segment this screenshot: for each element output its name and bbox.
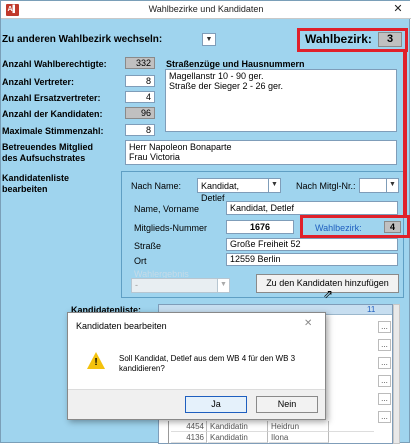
row-edit-button[interactable]: ... (378, 321, 391, 333)
dialog-close-icon[interactable]: ✕ (304, 318, 312, 329)
ersatzvertreter-label: Anzahl Ersatzvertreter: (2, 93, 101, 103)
ort-label: Ort (134, 256, 147, 266)
switch-district-label: Zu anderen Wahlbezirk wechseln: (2, 34, 163, 45)
grid-scrollbar[interactable] (393, 304, 400, 444)
candidate-wb-value: 4 (384, 221, 401, 233)
mitglieds-nummer-label: Mitglieds-Nummer (134, 223, 208, 233)
main-window: A▌ Wahlbezirke und Kandidaten ✕ Zu ander… (0, 0, 411, 444)
wahlergebnis-dropdown-icon: ▼ (217, 278, 230, 293)
title-bar: A▌ Wahlbezirke und Kandidaten ✕ (1, 1, 411, 19)
row-edit-button[interactable]: ... (378, 411, 391, 423)
cell-vorname: Heidrun (269, 421, 329, 432)
highlight-connector-bar (403, 52, 407, 216)
cell-name: Kandidatin (208, 432, 268, 443)
name-label: Name, Vorname (134, 204, 200, 214)
kandidatenliste-edit-label: Kandidatenliste bearbeiten (2, 173, 70, 194)
nach-name-select[interactable]: Kandidat, Detlef (197, 178, 269, 203)
dialog-button-bar: Ja Nein (68, 389, 325, 419)
cell-nr: 4136 (171, 432, 207, 443)
cell-vorname: Ilona (269, 432, 329, 443)
ja-button[interactable]: Ja (185, 396, 247, 413)
wahlberechtigte-label: Anzahl Wahlberechtigte: (2, 59, 107, 69)
mouse-cursor-icon: ⇗ (323, 287, 334, 301)
nach-mitgl-select[interactable] (359, 178, 387, 193)
confirm-dialog: Kandidaten bearbeiten ✕ ! Soll Kandidat,… (67, 312, 326, 420)
name-field[interactable]: Kandidat, Detlef (226, 201, 398, 215)
grid-header-number: 11 (367, 305, 376, 314)
streets-label: Straßenzüge und Hausnummern (166, 59, 305, 69)
nach-name-dropdown-icon[interactable]: ▼ (268, 178, 281, 193)
wahlbezirk-value: 3 (378, 32, 402, 47)
stimmenzahl-label: Maximale Stimmenzahl: (2, 126, 104, 136)
street-line: Straße der Sieger 2 - 26 ger. (169, 81, 284, 91)
warning-icon-mark: ! (94, 357, 98, 368)
mitglieds-nummer-field[interactable]: 1676 (226, 220, 294, 234)
mitglied-field[interactable]: Herr Napoleon Bonaparte Frau Victoria (125, 140, 397, 165)
wahlberechtigte-value: 332 (125, 57, 155, 69)
strasse-label: Straße (134, 241, 162, 251)
nach-mitgl-dropdown-icon[interactable]: ▼ (386, 178, 399, 193)
row-edit-button[interactable]: ... (378, 375, 391, 387)
mitglied-label: Betreuendes Mitglied des Aufsuchstrates (2, 142, 94, 163)
vertreter-label: Anzahl Vertreter: (2, 77, 75, 87)
candidate-wb-label: Wahlbezirk: (315, 223, 362, 233)
wahlergebnis-select: - (131, 278, 218, 293)
kandidaten-count-value: 96 (125, 107, 155, 119)
stimmenzahl-field[interactable]: 8 (125, 124, 155, 136)
cell-name: Kandidatin (208, 421, 268, 432)
row-edit-button[interactable]: ... (378, 339, 391, 351)
street-line: Magellanstr 10 - 90 ger. (169, 71, 264, 81)
grid-row-marker (163, 421, 169, 444)
table-row[interactable]: 4136 Kandidatin Ilona (171, 432, 374, 443)
vertreter-field[interactable]: 8 (125, 75, 155, 87)
nach-mitgl-label: Nach Mitgl-Nr.: (296, 181, 356, 191)
streets-textarea[interactable]: Magellanstr 10 - 90 ger. Straße der Sieg… (165, 69, 397, 132)
row-edit-button[interactable]: ... (378, 393, 391, 405)
nein-button[interactable]: Nein (256, 396, 318, 413)
table-row[interactable]: 4454 Kandidatin Heidrun (171, 421, 374, 432)
wahlbezirk-label: Wahlbezirk: (305, 32, 372, 46)
nach-name-label: Nach Name: (131, 181, 182, 191)
window-title: Wahlbezirke und Kandidaten (148, 4, 264, 14)
dialog-title: Kandidaten bearbeiten (76, 321, 167, 331)
ersatzvertreter-field[interactable]: 4 (125, 91, 155, 103)
dialog-message: Soll Kandidat, Detlef aus dem WB 4 für d… (119, 354, 296, 373)
kandidaten-count-label: Anzahl der Kandidaten: (2, 109, 103, 119)
cell-nr: 4454 (171, 421, 207, 432)
close-icon[interactable]: ✕ (389, 2, 407, 17)
district-dropdown[interactable]: ▼ (202, 33, 216, 46)
ort-field[interactable]: 12559 Berlin (226, 253, 398, 266)
row-edit-button[interactable]: ... (378, 357, 391, 369)
strasse-field[interactable]: Große Freiheit 52 (226, 238, 398, 251)
